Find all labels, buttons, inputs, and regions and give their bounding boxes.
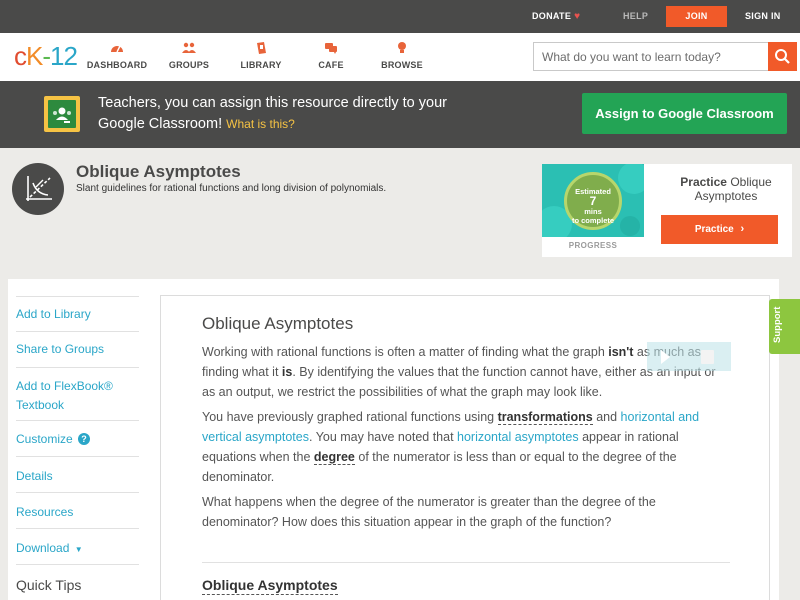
nav-dashboard-label: DASHBOARD xyxy=(86,60,148,70)
nav-groups-label: GROUPS xyxy=(168,60,210,70)
second-paragraph: You have previously graphed rational fun… xyxy=(202,407,727,487)
section-divider xyxy=(202,562,730,563)
main-nav: cK-12 DASHBOARD GROUPS LIBRARY CAFE BROW… xyxy=(0,33,800,81)
practice-button-label: Practice xyxy=(694,224,734,235)
estimated-unit: mins xyxy=(584,207,602,216)
search-box xyxy=(533,42,797,71)
help-link[interactable]: HELP xyxy=(623,0,648,33)
nav-cafe-label: CAFE xyxy=(318,60,344,70)
progress-label: PROGRESS xyxy=(568,241,618,250)
logo-dash: - xyxy=(42,41,51,71)
chevron-right-icon: › xyxy=(740,223,745,235)
p1-bold-isnt: isn't xyxy=(608,345,634,359)
sidebar-item-share-to-groups[interactable]: Share to Groups xyxy=(16,332,139,368)
transformations-term[interactable]: transformations xyxy=(497,410,593,425)
page-subtitle: Slant guidelines for rational functions … xyxy=(76,183,387,194)
nav-dashboard[interactable]: DASHBOARD xyxy=(82,41,152,70)
donate-link[interactable]: DONATE ♥ xyxy=(532,0,580,33)
heart-icon: ♥ xyxy=(574,11,581,22)
search-icon xyxy=(775,49,790,64)
p1-text-a: Working with rational functions is often… xyxy=(202,345,609,359)
google-classroom-icon xyxy=(44,96,80,132)
p2-text-a: You have previously graphed rational fun… xyxy=(202,410,498,424)
sidebar-item-resources[interactable]: Resources xyxy=(16,493,139,529)
play-icon xyxy=(661,350,670,364)
left-sidebar: Add to Library Share to Groups Add to Fl… xyxy=(8,279,151,600)
help-icon[interactable]: ? xyxy=(78,433,91,445)
nav-library[interactable]: LIBRARY xyxy=(226,41,296,70)
nav-cafe[interactable]: CAFE xyxy=(296,41,366,70)
practice-card: Estimated 7 mins to complete PROGRESS Pr… xyxy=(542,164,792,257)
third-paragraph: What happens when the degree of the nume… xyxy=(202,495,656,529)
practice-thumbnail: Estimated 7 mins to complete xyxy=(542,164,644,237)
nav-browse-label: BROWSE xyxy=(381,60,423,70)
join-button[interactable]: JOIN xyxy=(666,6,727,27)
notes-icon xyxy=(701,350,714,364)
support-tab[interactable]: Support xyxy=(769,299,800,354)
page-title: Oblique Asymptotes xyxy=(76,162,241,181)
sidebar-item-add-to-flexbook[interactable]: Add to FlexBook® Textbook xyxy=(16,368,139,421)
ck12-logo[interactable]: cK-12 xyxy=(14,41,78,72)
flexbook-label: Add to FlexBook® xyxy=(16,379,113,393)
logo-k: K xyxy=(26,41,43,71)
top-utility-bar: DONATE ♥ HELP JOIN SIGN IN xyxy=(0,0,800,33)
p1-bold-is: is xyxy=(281,365,293,379)
banner-message: Teachers, you can assign this resource d… xyxy=(98,93,468,135)
browse-icon xyxy=(398,42,406,53)
search-button[interactable] xyxy=(768,42,797,71)
nav-library-label: LIBRARY xyxy=(240,60,282,70)
estimated-time-badge: Estimated 7 mins to complete xyxy=(564,172,622,230)
logo-12: 12 xyxy=(50,41,78,71)
groups-icon xyxy=(182,42,196,53)
degree-term[interactable]: degree xyxy=(313,450,355,465)
customize-label: Customize xyxy=(16,432,73,446)
sign-in-link[interactable]: SIGN IN xyxy=(745,0,781,33)
sidebar-item-details[interactable]: Details xyxy=(16,457,139,493)
horizontal-asymptotes-link[interactable]: horizontal asymptotes xyxy=(457,430,579,444)
p2-text-e: . You may have noted that xyxy=(308,430,458,444)
sidebar-item-download[interactable]: Download ▼ xyxy=(16,529,139,565)
download-label: Download xyxy=(16,541,70,555)
practice-button[interactable]: Practice › xyxy=(661,215,778,244)
content-title: Oblique Asymptotes xyxy=(202,314,354,333)
nav-browse[interactable]: BROWSE xyxy=(367,41,437,70)
donate-label: DONATE xyxy=(532,11,572,21)
assign-google-classroom-button[interactable]: Assign to Google Classroom xyxy=(582,93,787,134)
estimated-suffix: to complete xyxy=(571,216,615,225)
concept-icon xyxy=(12,163,64,215)
textbook-label: Textbook xyxy=(16,398,65,412)
estimated-minutes: 7 xyxy=(589,194,597,208)
search-input[interactable] xyxy=(534,43,770,70)
sidebar-item-add-to-library[interactable]: Add to Library xyxy=(16,296,139,332)
google-classroom-banner: Teachers, you can assign this resource d… xyxy=(0,81,800,148)
nav-groups[interactable]: GROUPS xyxy=(154,41,224,70)
caret-down-icon: ▼ xyxy=(74,545,83,554)
practice-title: Practice Oblique Asymptotes xyxy=(660,175,792,203)
library-icon xyxy=(257,42,266,54)
quick-tips-heading: Quick Tips xyxy=(16,577,82,593)
section-heading[interactable]: Oblique Asymptotes xyxy=(202,577,338,595)
practice-title-bold: Practice xyxy=(680,175,727,189)
media-overlay[interactable] xyxy=(647,342,731,371)
sidebar-item-customize[interactable]: Customize ? xyxy=(16,421,139,457)
logo-c: c xyxy=(14,41,27,71)
what-is-this-link[interactable]: What is this? xyxy=(226,117,295,131)
p2-text-c: and xyxy=(592,410,621,424)
dashboard-icon xyxy=(111,45,123,53)
support-label: Support xyxy=(772,306,783,343)
cafe-icon xyxy=(325,43,337,54)
